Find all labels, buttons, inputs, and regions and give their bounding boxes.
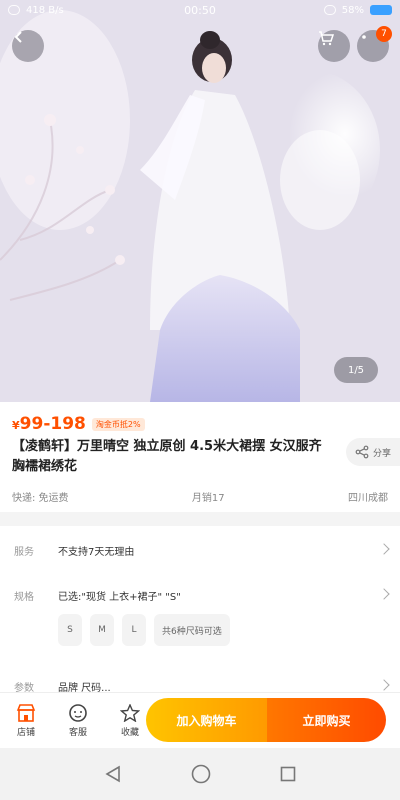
cart-count-badge: 7 bbox=[376, 26, 392, 42]
cart-button[interactable] bbox=[318, 30, 350, 62]
add-to-cart-button[interactable]: 加入购物车 bbox=[146, 698, 267, 742]
image-pager: 1/5 bbox=[334, 357, 378, 383]
product-detail-page: 7 1/5 418 B/s 00:50 58% ¥99-198 淘金币抵2% 【… bbox=[0, 0, 400, 800]
service-value: 不支持7天无理由 bbox=[58, 547, 135, 558]
chip-more-sizes[interactable]: 共6种尺码可选 bbox=[154, 614, 230, 646]
chat-face-icon bbox=[69, 703, 87, 722]
star-icon bbox=[120, 703, 140, 722]
price-value: 99-198 bbox=[19, 414, 86, 434]
chevron-left-icon bbox=[14, 31, 22, 43]
chevron-right-icon bbox=[378, 588, 390, 600]
customer-service-button[interactable]: 客服 bbox=[52, 693, 104, 749]
share-button[interactable]: 分享 bbox=[346, 438, 400, 466]
monthly-sales: 月销17 bbox=[191, 493, 225, 504]
status-bar: 418 B/s 00:50 58% bbox=[0, 0, 400, 20]
back-triangle-icon[interactable] bbox=[104, 765, 122, 783]
product-meta: 快递: 免运费 月销17 四川成都 bbox=[0, 489, 400, 504]
chip-size-l[interactable]: L bbox=[122, 614, 146, 646]
signal-icon bbox=[323, 5, 336, 15]
recents-square-icon[interactable] bbox=[280, 766, 296, 782]
product-title: 【凌鹤轩】万里晴空 独立原创 4.5米大裙摆 女汉服齐胸襦裙绣花 bbox=[12, 439, 322, 474]
price-symbol: ¥ bbox=[12, 419, 20, 432]
service-label: 客服 bbox=[68, 727, 87, 738]
chip-size-s[interactable]: S bbox=[58, 614, 82, 646]
cart-icon bbox=[319, 31, 334, 46]
chevron-right-icon bbox=[378, 543, 390, 555]
share-label: 分享 bbox=[372, 448, 391, 459]
clock: 00:50 bbox=[184, 3, 216, 17]
product-image-carousel[interactable]: 7 1/5 bbox=[0, 0, 400, 402]
size-chips: S M L 共6种尺码可选 bbox=[58, 614, 230, 646]
share-icon bbox=[355, 445, 369, 459]
spec-label: 规格 bbox=[14, 592, 34, 603]
shop-icon bbox=[16, 703, 36, 722]
spec-value: 已选:"现货 上衣+裙子" "S" bbox=[58, 592, 181, 603]
system-nav-bar bbox=[0, 748, 400, 800]
shipping-info: 快递: 免运费 bbox=[12, 493, 69, 504]
dots-icon bbox=[362, 35, 366, 39]
price-row: ¥99-198 淘金币抵2% bbox=[12, 414, 145, 434]
buy-now-button[interactable]: 立即购买 bbox=[267, 698, 386, 742]
shop-label: 店铺 bbox=[16, 727, 35, 738]
section-divider bbox=[0, 512, 400, 526]
favorite-label: 收藏 bbox=[120, 727, 139, 738]
chip-size-m[interactable]: M bbox=[90, 614, 114, 646]
chevron-right-icon bbox=[378, 679, 390, 691]
service-label: 服务 bbox=[14, 547, 34, 558]
home-circle-icon[interactable] bbox=[191, 764, 211, 784]
shop-button[interactable]: 店铺 bbox=[0, 693, 52, 749]
price: ¥99-198 bbox=[12, 414, 86, 434]
ship-location: 四川成都 bbox=[347, 493, 388, 504]
back-button[interactable] bbox=[12, 30, 44, 62]
more-button[interactable]: 7 bbox=[357, 26, 392, 62]
coin-tag: 淘金币抵2% bbox=[91, 418, 145, 431]
